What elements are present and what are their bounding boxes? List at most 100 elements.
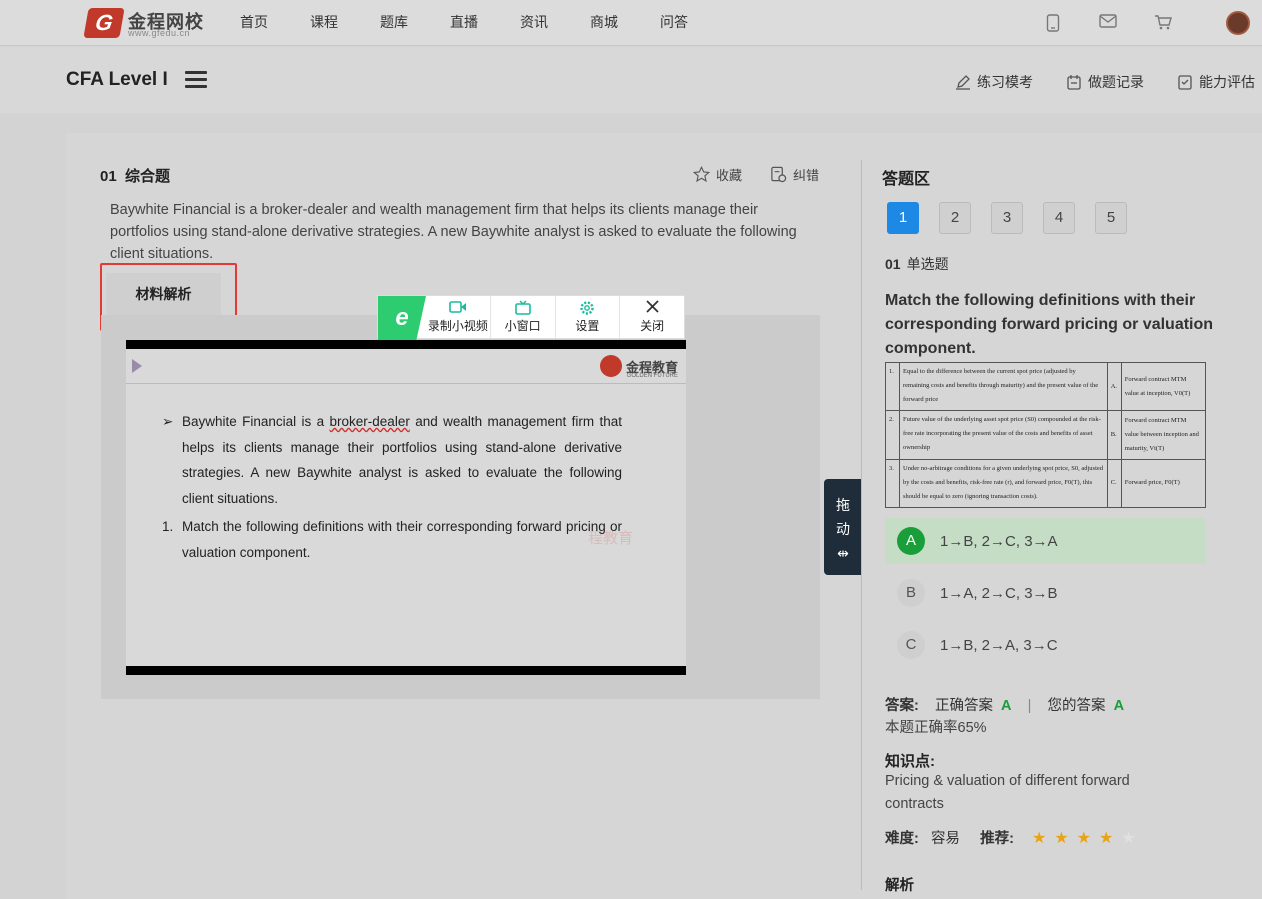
favorite-button[interactable]: 收藏 [693,165,742,184]
mail-icon[interactable] [1099,14,1117,32]
toolbar-logo-icon: e [378,296,426,340]
report-label: 纠错 [793,168,820,183]
question-number: 01 [100,168,117,185]
close-icon [645,300,659,317]
star-icon: ★ [1098,829,1114,847]
drag-label-1: 拖 [836,497,850,513]
report-icon [771,166,787,183]
settings-label: 设置 [575,319,600,333]
table-cell: 1. [885,361,900,412]
close-toolbar-button[interactable]: 关闭 [620,296,684,338]
table-cell: C. [1106,458,1122,509]
table-row: 1. Equal to the difference between the c… [885,361,1207,412]
slide-bullet-pre: Baywhite Financial is a [182,414,330,429]
menu-icon[interactable] [185,71,207,89]
mini-window-button[interactable]: 小窗口 [491,296,556,338]
correct-answer-label: 正确答案 [934,698,993,714]
slide-brand-sub: GOLDEN FUTURE [626,373,678,379]
question-number-list: 1 2 3 4 5 [887,202,1127,234]
tv-icon [514,300,531,317]
question-number-1[interactable]: 1 [887,202,919,234]
course-header: CFA Level I 练习模考 做题记录 能力评估 [0,47,1262,113]
logo-mark: G [83,8,125,38]
table-cell: Forward contract MTM value between incep… [1120,410,1207,460]
gear-icon [579,300,595,317]
panel-divider [861,160,862,890]
question-number-4[interactable]: 4 [1043,202,1075,234]
video-icon [449,300,467,317]
option-b-letter: B [897,579,925,607]
option-b[interactable]: B 1→A, 2→C, 3→B [885,570,1206,616]
option-a[interactable]: A 1→B, 2→C, 3→A [885,518,1206,564]
nav-news[interactable]: 资讯 [520,0,590,46]
question-number-2[interactable]: 2 [939,202,971,234]
nav-live[interactable]: 直播 [450,0,520,46]
option-b-text: 1→A, 2→C, 3→B [940,584,1058,602]
table-cell: Future value of the underlying asset spo… [899,410,1108,460]
table-cell: Forward price, F0(T) [1120,458,1207,509]
mobile-icon[interactable] [1044,14,1062,32]
table-cell: Equal to the difference between the curr… [899,361,1108,412]
correct-rate: 本题正确率65% [885,720,987,736]
brand-seal-icon [599,355,622,377]
difficulty-value: 容易 [930,831,960,847]
nav-question-bank[interactable]: 题库 [380,0,450,46]
arrow-bullet-icon: ➢ [162,414,174,429]
slide-item-text: Match the following definitions with the… [182,519,622,560]
settings-button[interactable]: 设置 [556,296,621,338]
option-c[interactable]: C 1→B, 2→A, 3→C [885,622,1206,668]
star-outline-icon [693,166,710,183]
assessment-label: 能力评估 [1199,74,1255,90]
close-label: 关闭 [640,319,665,333]
course-title: CFA Level I [66,69,168,90]
difficulty-label: 难度: [885,831,919,847]
report-error-button[interactable]: 纠错 [770,165,819,184]
table-row: 3. Under no-arbitrage conditions for a g… [885,458,1207,509]
slide-bullet-underlined: broker-dealer [329,414,410,429]
nav-courses[interactable]: 课程 [310,0,380,46]
play-icon [132,359,142,373]
assessment-button[interactable]: 能力评估 [1177,72,1255,92]
correct-answer-value: A [1001,698,1012,714]
answer-label: 答案: [885,698,919,714]
star-icon: ★ [1031,829,1047,847]
option-a-letter: A [897,527,925,555]
table-cell: A. [1106,361,1122,412]
question-heading: 01 综合题 [100,165,170,186]
question-number-3[interactable]: 3 [991,202,1023,234]
star-icon: ★ [1121,829,1136,847]
history-button[interactable]: 做题记录 [1066,72,1144,92]
nav-home[interactable]: 首页 [240,0,310,46]
pencil-icon [956,75,970,90]
history-label: 做题记录 [1088,74,1144,90]
practice-exam-label: 练习模考 [977,74,1033,90]
analysis-label: 解析 [885,878,914,894]
slide-body: ➢ Baywhite Financial is a broker-dealer … [162,409,622,565]
table-cell: 2. [885,410,900,460]
recommend-stars: ★ ★ ★ ★ ★ [1032,828,1136,848]
sub-question-text: Match the following definitions with the… [885,292,1214,357]
nav-store[interactable]: 商城 [590,0,660,46]
option-c-text: 1→B, 2→A, 3→C [940,636,1058,654]
main-nav: 首页 课程 题库 直播 资讯 商城 问答 [240,0,730,46]
slide-bullet: ➢ Baywhite Financial is a broker-dealer … [162,409,622,511]
checklist-icon [1178,75,1192,90]
video-player[interactable]: 金程教育 GOLDEN FUTURE ➢ Baywhite Financial … [126,340,686,675]
nav-qa[interactable]: 问答 [660,0,730,46]
answer-area-title: 答题区 [882,171,931,188]
cart-icon[interactable] [1154,14,1172,32]
user-avatar[interactable] [1226,11,1250,35]
record-video-label: 录制小视频 [427,319,488,333]
table-cell: B. [1106,410,1122,460]
floating-toolbar: e 录制小视频 小窗口 设置 关闭 [377,295,685,340]
your-answer-label: 您的答案 [1047,698,1106,714]
result-separator: | [1027,698,1032,714]
drag-handle[interactable]: 拖 动 ⇹ [824,479,862,575]
logo-url: www.gfedu.cn [128,28,191,38]
answer-result: 答案: 正确答案 A | 您的答案 A [885,694,1124,715]
record-video-button[interactable]: 录制小视频 [426,296,491,338]
site-logo[interactable]: G 金程网校 www.gfedu.cn [83,6,206,40]
sub-question-number: 01 [885,256,901,272]
practice-exam-button[interactable]: 练习模考 [955,72,1033,92]
question-number-5[interactable]: 5 [1095,202,1127,234]
